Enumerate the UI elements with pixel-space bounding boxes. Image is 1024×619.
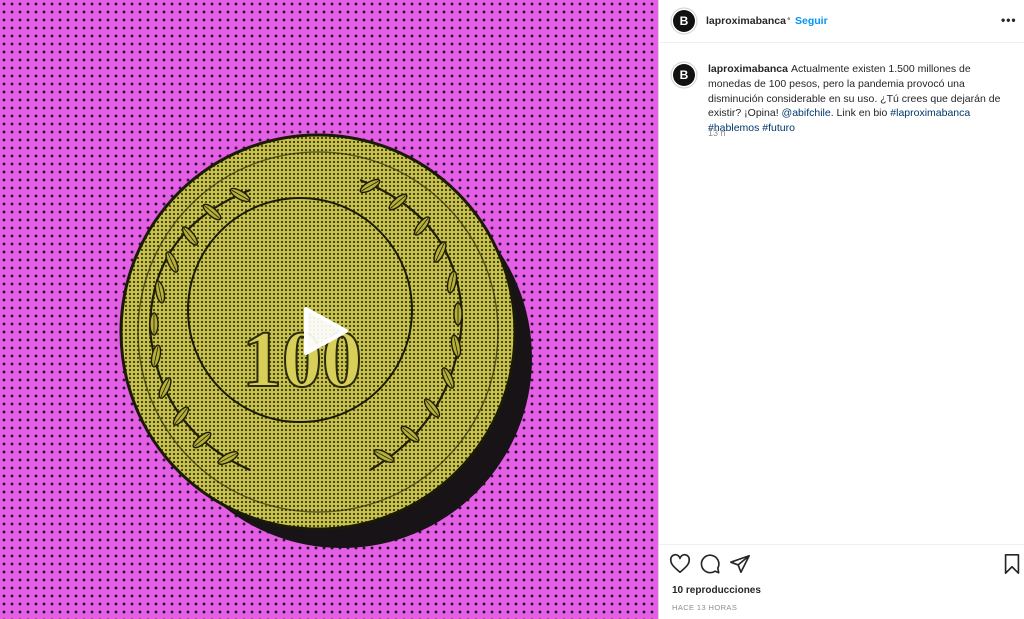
caption-text-2: . Link en bio — [830, 107, 891, 120]
post-caption: laproximabanca Actualmente existen 1.500 … — [708, 62, 1013, 136]
follow-button[interactable]: Seguir — [795, 15, 828, 27]
caption-avatar[interactable]: B — [673, 64, 695, 86]
post-media-video[interactable]: 100 — [0, 0, 658, 619]
comment-icon[interactable] — [699, 553, 721, 575]
header-username[interactable]: laproximabanca — [706, 15, 786, 27]
action-bar — [659, 544, 1024, 581]
heart-icon[interactable] — [669, 553, 691, 575]
caption-username[interactable]: laproximabanca — [708, 63, 788, 75]
separator-dot: • — [787, 14, 791, 25]
hashtag-link[interactable]: #laproximabanca — [890, 107, 970, 119]
post-timestamp[interactable]: HACE 13 HORAS — [672, 603, 737, 612]
share-icon[interactable] — [729, 553, 751, 575]
more-options-icon[interactable]: ••• — [1001, 13, 1017, 27]
caption-time-ago[interactable]: 13 h — [708, 128, 726, 138]
post-header: B laproximabanca • Seguir ••• — [659, 0, 1024, 43]
view-count[interactable]: 10 reproducciones — [672, 585, 761, 596]
mention-link[interactable]: @abifchile — [782, 107, 831, 119]
post-sidebar: B laproximabanca • Seguir ••• B laproxim… — [658, 0, 1024, 619]
play-icon[interactable] — [300, 305, 352, 357]
hashtag-link[interactable]: #futuro — [762, 122, 795, 134]
avatar[interactable]: B — [673, 10, 695, 32]
bookmark-icon[interactable] — [1001, 553, 1023, 575]
